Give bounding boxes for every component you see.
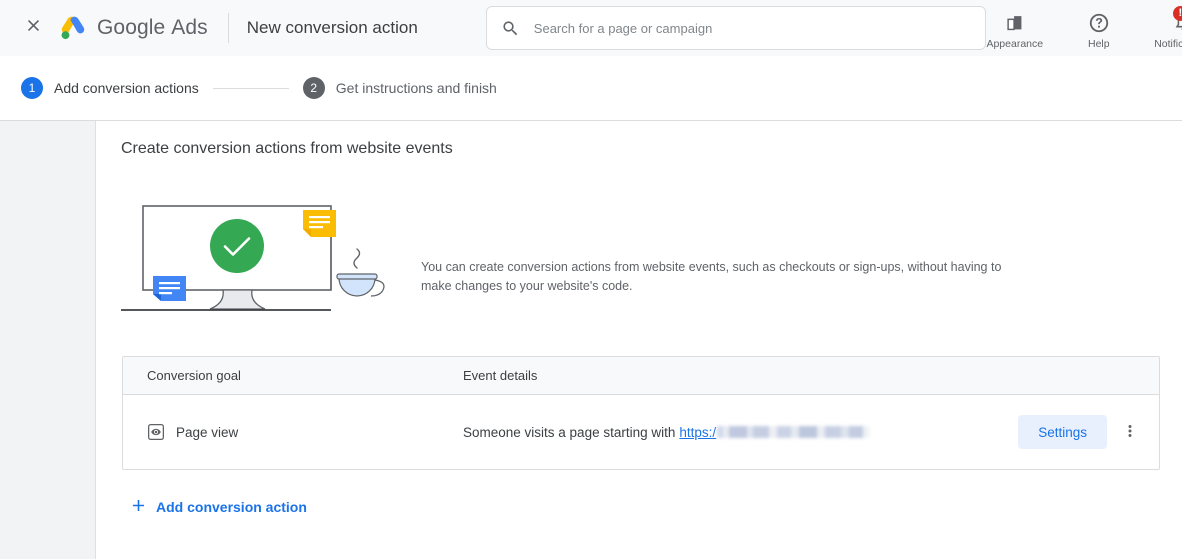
hero-section: You can create conversion actions from w… <box>96 198 1182 323</box>
search-bar[interactable] <box>485 6 986 50</box>
brand-ads-text: Ads <box>171 16 208 39</box>
conversion-goals-table: Conversion goal Event details Page view … <box>122 356 1160 470</box>
section-title: Create conversion actions from website e… <box>121 140 453 157</box>
cell-event-details: Someone visits a page starting with http… <box>463 425 1018 440</box>
redacted-url-blur <box>717 426 870 438</box>
column-header-event-details: Event details <box>463 368 538 383</box>
appearance-icon <box>1004 10 1026 36</box>
top-app-bar: Google Ads New conversion action Appeara… <box>0 0 1182 56</box>
appearance-label: Appearance <box>986 37 1044 50</box>
notifications-button[interactable]: ! Notifications <box>1154 5 1182 51</box>
google-ads-logo[interactable]: Google Ads <box>58 13 208 43</box>
step-2-number: 2 <box>302 77 325 99</box>
column-header-conversion-goal: Conversion goal <box>147 368 241 383</box>
row-more-options-button[interactable] <box>1113 415 1147 449</box>
brand-wordmark: Google Ads <box>97 16 208 40</box>
search-icon <box>501 19 520 38</box>
wizard-stepper: 1 Add conversion actions 2 Get instructi… <box>0 56 1182 121</box>
help-icon <box>1088 10 1110 36</box>
step-1-label: Add conversion actions <box>54 80 199 96</box>
hero-description: You can create conversion actions from w… <box>421 260 1002 294</box>
close-icon <box>24 16 43 40</box>
page-title: New conversion action <box>246 18 418 37</box>
step-connector <box>212 87 289 89</box>
main-content: Create conversion actions from website e… <box>96 121 1182 559</box>
notifications-badge: ! <box>1172 5 1182 21</box>
plus-icon <box>129 496 148 518</box>
add-conversion-action-link[interactable]: Add conversion action <box>129 496 307 518</box>
help-button[interactable]: Help <box>1070 6 1128 51</box>
more-vert-icon <box>1121 422 1139 443</box>
search-input[interactable] <box>531 19 971 37</box>
table-row: Page view Someone visits a page starting… <box>123 395 1159 469</box>
cell-conversion-goal: Page view <box>123 423 463 441</box>
step-2-label: Get instructions and finish <box>335 80 497 96</box>
add-conversion-action-label: Add conversion action <box>156 499 307 515</box>
google-ads-logo-icon <box>58 13 88 43</box>
left-gutter <box>0 121 96 559</box>
top-bar-actions: Appearance Help ! Notifications <box>986 5 1182 51</box>
event-url-link[interactable]: https:/ <box>679 425 716 440</box>
help-label: Help <box>1087 37 1110 50</box>
close-button[interactable] <box>16 11 50 45</box>
step-add-conversion-actions[interactable]: 1 Add conversion actions <box>21 77 199 99</box>
settings-button[interactable]: Settings <box>1018 415 1107 449</box>
notifications-label: Notifications <box>1154 37 1182 50</box>
body-area: Create conversion actions from website e… <box>0 121 1182 559</box>
brand-google-text: Google <box>97 16 166 39</box>
conversion-goal-label: Page view <box>176 424 239 440</box>
appearance-button[interactable]: Appearance <box>986 6 1044 51</box>
row-actions: Settings <box>1018 415 1159 449</box>
header-divider <box>227 13 229 43</box>
table-header-row: Conversion goal Event details <box>123 357 1159 395</box>
step-get-instructions-and-finish[interactable]: 2 Get instructions and finish <box>302 77 497 99</box>
event-detail-text: Someone visits a page starting with <box>463 424 676 440</box>
notifications-bell-icon: ! <box>1172 5 1182 36</box>
page-view-eye-icon <box>147 423 165 441</box>
monitor-checkmark-illustration <box>121 198 421 323</box>
step-1-number: 1 <box>21 77 43 99</box>
